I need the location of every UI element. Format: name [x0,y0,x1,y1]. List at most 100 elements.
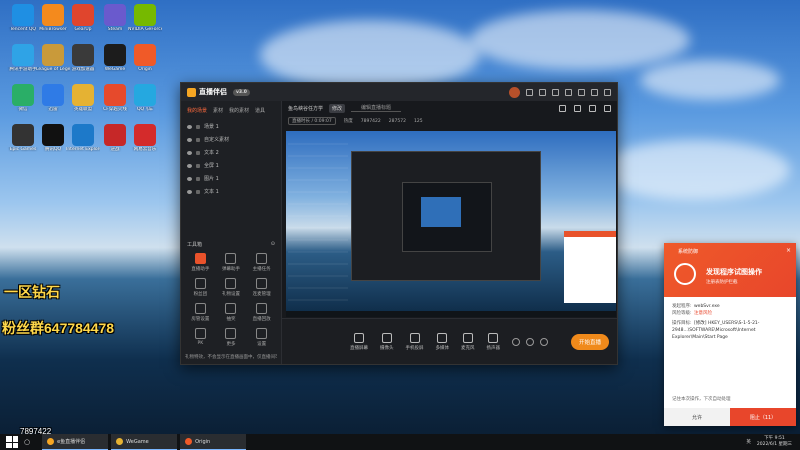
eye-icon[interactable] [187,189,192,194]
lock-icon[interactable] [196,150,200,155]
desktop-icon[interactable]: Epic Games [8,124,38,152]
lock-icon[interactable] [574,104,581,112]
tool-button[interactable]: 更多 [216,328,247,347]
tool-icon [225,328,237,339]
taskbar-item[interactable]: Origin [180,434,247,450]
desktop-icon[interactable]: Steam [100,4,130,32]
settings-icon[interactable] [540,337,548,346]
tool-button[interactable]: 直播回放 [246,303,277,322]
clock[interactable]: 下午 9:51 2022/6/1 星期三 [757,436,792,448]
record-icon[interactable] [512,337,520,346]
lock-icon[interactable] [196,163,200,168]
tool-button[interactable]: 礼物设置 [216,278,247,297]
desktop-icon[interactable]: 网易云音乐 [130,124,160,152]
audio-icon[interactable] [526,337,534,346]
heat-label: 热度 [343,119,353,124]
avatar[interactable] [509,86,520,98]
app-logo-icon [187,87,196,97]
desktop-icon[interactable]: 游戏加速器 [68,44,98,72]
desktop-icon[interactable]: 腾讯QQ [38,124,68,152]
minimize-icon[interactable] [578,88,585,96]
desktop-icon[interactable]: League of Legends [36,44,70,72]
close-icon[interactable]: × [786,247,791,254]
tool-button[interactable]: 主播任务 [246,253,277,272]
sidebar-tab[interactable]: 我的素材 [229,107,249,114]
desktop-icon[interactable]: Tencent QQ [8,4,38,32]
desktop-icon[interactable]: WeGame [100,44,130,72]
source-tool-label: 多媒体 [435,345,450,351]
block-button[interactable]: 阻止（11） [730,408,796,426]
tool-button[interactable]: 房管设置 [185,303,216,322]
sidebar-tab[interactable]: 素材 [213,107,223,114]
allow-button[interactable]: 允许 [664,408,730,426]
scene-label: 文本 2 [204,150,219,156]
scene-item[interactable]: 文本 1 [187,185,275,198]
tool-button[interactable]: PK [185,328,216,347]
source-tool-button[interactable]: 扬声器 [487,332,500,351]
desktop-icon[interactable]: Origin [130,44,160,72]
source-tool-button[interactable]: 直播屏幕 [350,332,368,351]
menu-icon[interactable] [565,88,572,96]
tool-button[interactable]: 设置 [246,328,277,347]
share-icon[interactable] [604,104,611,112]
desktop-icon[interactable]: GearUp [68,4,98,32]
taskbar-item[interactable]: e鱼直播伴侣 [42,434,109,450]
eye-icon[interactable] [187,176,192,181]
source-tool-button[interactable]: 麦克风 [461,332,475,351]
tool-button[interactable]: 连麦管理 [246,278,277,297]
close-icon[interactable] [604,88,611,96]
maximize-icon[interactable] [591,88,598,96]
scene-item[interactable]: 场景 1 [187,120,275,133]
scene-item[interactable]: 自定义素材 [187,133,275,146]
desktop-icon[interactable]: MiniBrowser [38,4,68,32]
tool-button[interactable]: 直播助手 [185,253,216,272]
tool-button[interactable]: 粉丝团 [185,278,216,297]
desktop-icon[interactable]: 逆战 [100,124,130,152]
risk-label: 风险等级: [672,311,692,316]
gift-icon[interactable] [539,88,546,96]
chat-icon[interactable] [589,104,596,112]
scene-item[interactable]: 文本 2 [187,146,275,159]
eye-icon[interactable] [187,163,192,168]
lock-icon[interactable] [196,176,200,181]
taskbar-item[interactable]: WeGame [111,434,178,450]
desktop-icon[interactable]: 迅雷 [38,84,68,112]
settings-icon[interactable] [552,88,559,96]
desktop-icon[interactable]: 腾讯手游助手 [8,44,38,72]
remember-checkbox[interactable]: 记住本次操作，下次自动处理 [672,396,731,402]
desktop-icon[interactable]: 微信 [8,84,38,112]
desktop-icon[interactable]: NVIDIA GeForce Experience [128,4,162,32]
lock-icon[interactable] [196,124,200,129]
lock-icon[interactable] [196,137,200,142]
lock-icon[interactable] [196,189,200,194]
sidebar-tab[interactable]: 我的场景 [187,107,207,114]
desktop-icon[interactable]: Internet Explorer [66,124,100,152]
overlay-rank-text: 一区钻石 [4,284,60,300]
app-icon [72,124,94,146]
source-tool-button[interactable]: 摄像头 [380,332,394,351]
source-tool-button[interactable]: 多媒体 [435,332,450,351]
source-tool-label: 直播屏幕 [350,345,368,351]
eye-icon[interactable] [187,124,192,129]
tool-button[interactable]: 抽奖 [216,303,247,322]
eye-icon[interactable] [187,137,192,142]
tool-button[interactable]: 弹幕助手 [216,253,247,272]
scene-item[interactable]: 全屏 1 [187,159,275,172]
message-icon[interactable] [526,88,533,96]
desktop-icon[interactable]: CF穿越火线 [100,84,130,112]
stream-preview[interactable] [286,131,616,317]
start-live-button[interactable]: 开始直播 [570,333,609,350]
scene-item[interactable]: 图片 1 [187,172,275,185]
tools-collapse-icon[interactable]: ⊙ [271,241,275,248]
search-icon[interactable]: ○ [24,438,30,446]
gift-icon[interactable] [559,104,566,112]
room-title-edit[interactable]: 编辑直播标题 [351,104,402,112]
desktop-icon[interactable]: 英雄联盟 [68,84,98,112]
room-tag-button[interactable]: 修改 [329,103,346,113]
source-tool-button[interactable]: 手机投屏 [406,332,424,351]
eye-icon[interactable] [187,150,192,155]
desktop-icon[interactable]: QQ飞车 [130,84,160,112]
tray-lang[interactable]: 英 [746,439,751,445]
start-button[interactable] [6,436,18,448]
sidebar-tab[interactable]: 道具 [255,107,265,114]
